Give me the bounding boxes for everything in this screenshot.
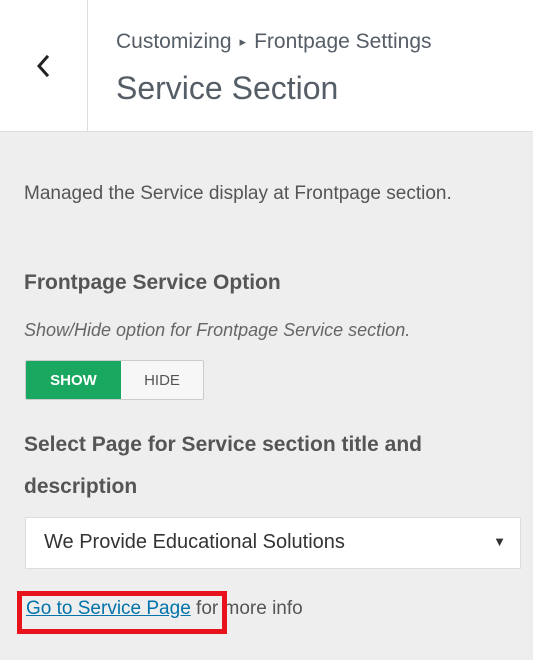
caret-down-icon: ▼ bbox=[493, 534, 506, 549]
service-option-title: Frontpage Service Option bbox=[24, 271, 281, 294]
show-button[interactable]: SHOW bbox=[26, 361, 121, 399]
section-header: Customizing ▸ Frontpage Settings Service S… bbox=[0, 0, 533, 132]
hide-button[interactable]: HIDE bbox=[121, 361, 203, 399]
service-page-link[interactable]: Go to Service Page bbox=[26, 598, 191, 619]
page-title: Service Section bbox=[116, 70, 339, 106]
service-option-description: Show/Hide option for Frontpage Service s… bbox=[24, 320, 411, 340]
show-hide-toggle: SHOW HIDE bbox=[25, 360, 204, 400]
info-suffix: for more info bbox=[190, 598, 303, 619]
back-button[interactable] bbox=[0, 0, 88, 131]
page-select[interactable]: We Provide Educational Solutions ▼ bbox=[25, 517, 521, 569]
page-select-value: We Provide Educational Solutions bbox=[44, 531, 345, 553]
breadcrumb-separator-icon: ▸ bbox=[239, 34, 247, 49]
chevron-left-icon bbox=[36, 54, 50, 78]
info-line: Go to Service Page for more info bbox=[26, 598, 303, 620]
breadcrumb: Customizing ▸ Frontpage Settings bbox=[116, 30, 432, 54]
section-description: Managed the Service display at Frontpage… bbox=[24, 183, 452, 204]
customizer-panel: Customizing ▸ Frontpage Settings Service S… bbox=[0, 0, 533, 660]
page-select-label: Select Page for Service section title an… bbox=[24, 433, 422, 498]
breadcrumb-parent: Frontpage Settings bbox=[254, 30, 432, 53]
breadcrumb-root: Customizing bbox=[116, 30, 232, 53]
